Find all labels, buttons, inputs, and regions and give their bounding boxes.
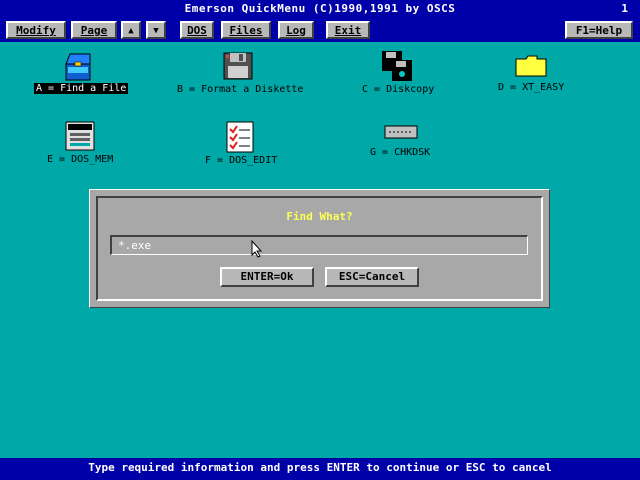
menu-item-label: G = CHKDSK bbox=[370, 147, 431, 158]
menu-toolbar: Modify Page ▲ ▼ DOS Files Log Exit F1=He… bbox=[0, 18, 640, 42]
menu-item-label: A = Find a File bbox=[34, 83, 129, 94]
menu-item-label: F = DOS_EDIT bbox=[205, 155, 278, 166]
ok-button[interactable]: ENTER=Ok bbox=[220, 267, 314, 287]
menu-item-label: D = XT_EASY bbox=[498, 82, 565, 93]
dialog-title: Find What? bbox=[286, 210, 353, 223]
drive-icon bbox=[384, 125, 418, 139]
dos-button[interactable]: DOS bbox=[180, 21, 214, 39]
toolbox-icon bbox=[65, 53, 91, 81]
mouse-pointer-icon bbox=[251, 240, 263, 258]
memory-icon bbox=[65, 121, 95, 151]
menu-item-label: B = Format a Diskette bbox=[177, 84, 304, 95]
log-button[interactable]: Log bbox=[278, 21, 314, 39]
exit-button[interactable]: Exit bbox=[326, 21, 370, 39]
page-down-button[interactable]: ▼ bbox=[146, 21, 166, 39]
page-up-button[interactable]: ▲ bbox=[121, 21, 141, 39]
status-bar: Type required information and press ENTE… bbox=[0, 458, 640, 480]
floppy-disk-icon bbox=[223, 52, 253, 80]
find-dialog: Find What? ENTER=Ok ESC=Cancel bbox=[89, 189, 550, 308]
page-number: 1 bbox=[621, 2, 628, 15]
app-title: Emerson QuickMenu (C)1990,1991 by OSCS bbox=[184, 2, 456, 15]
find-input[interactable] bbox=[110, 235, 528, 255]
folder-icon bbox=[515, 55, 547, 77]
files-button[interactable]: Files bbox=[221, 21, 271, 39]
page-button[interactable]: Page bbox=[71, 21, 117, 39]
menu-item-label: E = DOS_MEM bbox=[47, 154, 114, 165]
diskcopy-icon bbox=[382, 51, 412, 81]
cancel-button[interactable]: ESC=Cancel bbox=[325, 267, 419, 287]
checklist-icon bbox=[226, 121, 254, 153]
help-button[interactable]: F1=Help bbox=[565, 21, 633, 39]
modify-button[interactable]: Modify bbox=[6, 21, 66, 39]
title-bar: Emerson QuickMenu (C)1990,1991 by OSCS 1 bbox=[0, 0, 640, 18]
menu-item-label: C = Diskcopy bbox=[362, 84, 435, 95]
